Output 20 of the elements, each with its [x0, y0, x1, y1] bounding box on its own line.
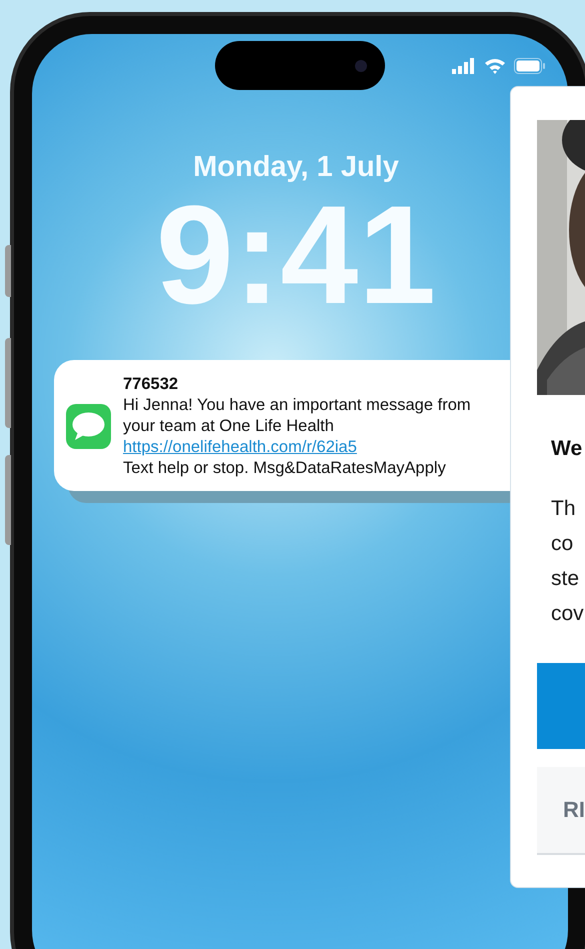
sender-name: 776532 [123, 374, 180, 394]
messages-icon [66, 404, 111, 448]
secondary-button[interactable]: RI [537, 766, 585, 854]
body-text-line: Th [551, 496, 577, 522]
message-link[interactable]: https://onelifehealth.com/r/62ia5 [123, 436, 357, 458]
camera-icon [355, 60, 367, 72]
side-button[interactable] [5, 455, 11, 545]
body-text-line: co [551, 530, 574, 556]
card-heading: We [551, 436, 584, 462]
signal-icon [452, 58, 476, 74]
side-button[interactable] [5, 338, 11, 428]
lock-time: 9:41 [156, 190, 436, 320]
message-text: Hi Jenna! You have an important message from your team at One Life Health [123, 394, 472, 436]
message-footer: Text help or stop. Msg&DataRatesMayApply [123, 458, 503, 478]
battery-icon [514, 58, 546, 74]
lock-date: Monday, 1 July [193, 150, 399, 185]
side-button[interactable] [5, 245, 11, 297]
body-text-line: ste [551, 566, 580, 592]
body-text-line: cov [551, 600, 585, 626]
wifi-icon [484, 58, 506, 74]
